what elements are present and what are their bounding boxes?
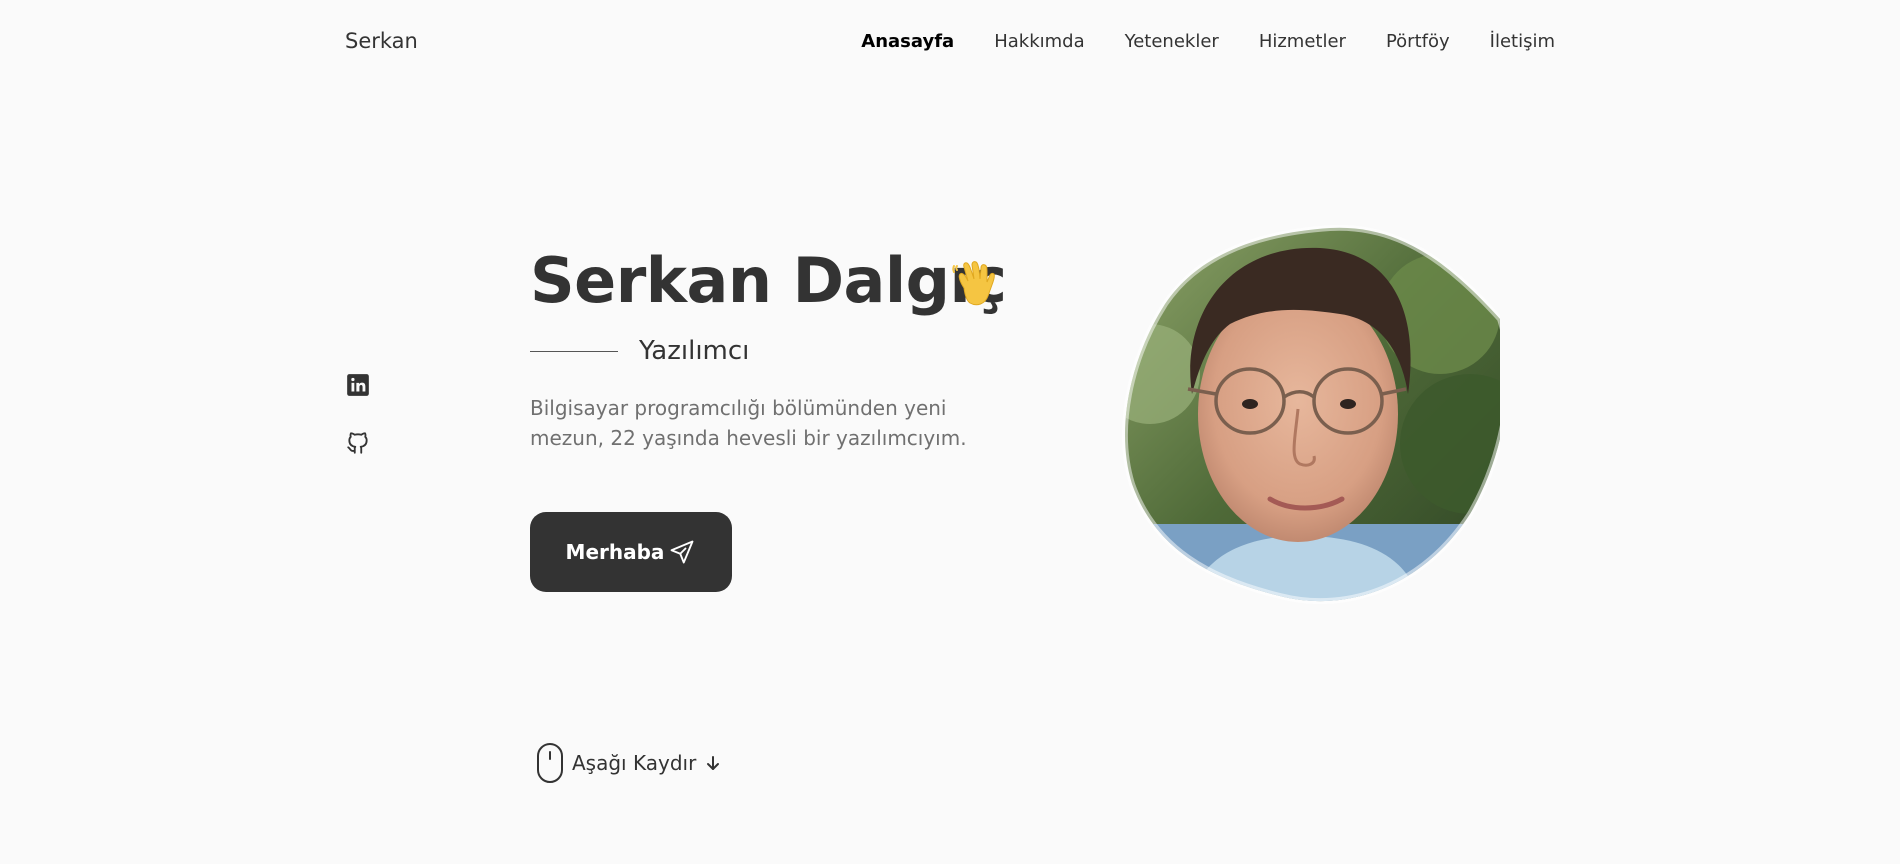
github-icon <box>347 432 368 454</box>
nav-item-skills: Yetenekler <box>1125 31 1219 52</box>
nav-link-anasayfa[interactable]: Anasayfa <box>861 31 954 52</box>
scroll-down-label: Aşağı Kaydır <box>572 751 697 775</box>
send-icon <box>671 540 694 564</box>
nav-item-portfolio: Pörtföy <box>1386 31 1450 52</box>
nav-item-home: Anasayfa <box>861 31 954 52</box>
nav-link-hizmetler[interactable]: Hizmetler <box>1259 31 1346 52</box>
linkedin-icon <box>347 374 369 396</box>
waving-hand-icon <box>952 261 995 306</box>
nav-link-iletisim[interactable]: İletişim <box>1490 31 1555 52</box>
subtitle-divider <box>530 350 618 352</box>
nav-link-hakkimda[interactable]: Hakkımda <box>994 31 1084 52</box>
social-links <box>345 372 371 456</box>
nav-link-portfoy[interactable]: Pörtföy <box>1386 31 1450 52</box>
hero-subtitle: Yazılımcı <box>639 336 750 366</box>
nav-item-about: Hakkımda <box>994 31 1084 52</box>
nav-item-contact: İletişim <box>1490 31 1555 52</box>
subtitle-row: Yazılımcı <box>530 336 749 366</box>
linkedin-link[interactable] <box>345 372 371 398</box>
main-nav: Anasayfa Hakkımda Yetenekler Hizmetler P… <box>861 31 1555 52</box>
hello-button-label: Merhaba <box>565 540 665 564</box>
hero-title: Serkan Dalgıç <box>530 244 1007 317</box>
nav-link-yetenekler[interactable]: Yetenekler <box>1125 31 1219 52</box>
site-logo[interactable]: Serkan <box>345 29 418 53</box>
profile-photo <box>1121 224 1500 604</box>
mouse-icon <box>537 743 563 783</box>
github-link[interactable] <box>345 430 371 456</box>
scroll-down-link[interactable]: Aşağı Kaydır <box>536 742 722 784</box>
hero-description: Bilgisayar programcılığı bölümünden yeni… <box>530 396 967 450</box>
nav-item-services: Hizmetler <box>1259 31 1346 52</box>
arrow-down-icon <box>707 756 720 770</box>
site-header: Serkan Anasayfa Hakkımda Yetenekler Hizm… <box>0 0 1900 86</box>
hello-button[interactable]: Merhaba <box>530 512 732 592</box>
